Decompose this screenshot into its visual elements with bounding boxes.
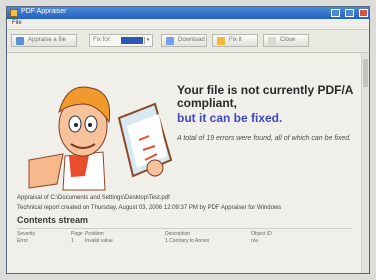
chevron-down-icon[interactable]: ▾ bbox=[144, 37, 151, 44]
subheadline: but it can be fixed. bbox=[177, 111, 283, 125]
table-header-description: Description bbox=[165, 231, 191, 237]
title-bar[interactable]: PDF Appraiser bbox=[7, 7, 369, 19]
vertical-scrollbar[interactable] bbox=[361, 53, 369, 273]
help-icon bbox=[268, 37, 276, 45]
download-button[interactable]: Download bbox=[161, 34, 207, 47]
report-content: Your file is not currently PDF/A complia… bbox=[7, 53, 361, 273]
minimize-icon[interactable] bbox=[331, 9, 340, 17]
appraise-file-label: Appraise a file bbox=[28, 37, 67, 43]
close-button[interactable]: Close bbox=[263, 34, 309, 47]
headline: Your file is not currently PDF/A complia… bbox=[177, 83, 354, 110]
close-label: Close bbox=[280, 37, 296, 43]
close-icon[interactable] bbox=[359, 9, 368, 17]
menu-file[interactable]: File bbox=[12, 20, 22, 26]
maximize-icon[interactable] bbox=[345, 9, 354, 17]
fix-for-select[interactable]: Fix for: ▾ bbox=[89, 34, 153, 47]
scrollbar-thumb[interactable] bbox=[363, 59, 368, 87]
table-header-severity: Severity bbox=[17, 231, 36, 237]
report-timestamp: Technical report created on Thursday, Au… bbox=[17, 205, 282, 211]
error-summary: A total of 19 errors were found, all of … bbox=[177, 135, 352, 142]
table-header-problem: Problem bbox=[85, 231, 104, 237]
file-icon bbox=[16, 37, 24, 45]
fix-it-label: Fix it bbox=[229, 37, 242, 43]
app-icon bbox=[10, 9, 18, 17]
table-cell-description: 1 Contrary to Annex bbox=[165, 238, 210, 244]
application-window: PDF Appraiser File Appraise a file Fix f… bbox=[6, 6, 370, 274]
table-cell-severity: Error bbox=[17, 238, 29, 244]
section-title: Contents stream bbox=[17, 215, 89, 225]
selected-option-highlight bbox=[121, 37, 143, 44]
fix-for-label: Fix for: bbox=[93, 37, 112, 43]
table-cell-object-id: n/a bbox=[251, 238, 258, 244]
menu-bar: File bbox=[7, 19, 369, 30]
fix-icon bbox=[217, 37, 225, 45]
download-label: Download bbox=[178, 37, 205, 43]
fix-it-button[interactable]: Fix it bbox=[212, 34, 258, 47]
appraisal-path: Appraisal of C:\Documents and Settings\D… bbox=[17, 195, 170, 201]
appraise-file-button[interactable]: Appraise a file bbox=[11, 34, 77, 47]
toolbar: Appraise a file Fix for: ▾ Download Fix … bbox=[7, 30, 369, 53]
table-header-page: Page bbox=[71, 231, 83, 237]
table-cell-page: 1 bbox=[71, 238, 74, 244]
table-header-object-id: Object ID bbox=[251, 231, 272, 237]
mascot-illustration bbox=[28, 86, 173, 191]
download-icon bbox=[166, 37, 174, 45]
table-cell-problem: Invalid value bbox=[85, 238, 113, 244]
section-divider bbox=[17, 228, 353, 229]
window-title: PDF Appraiser bbox=[21, 8, 67, 15]
